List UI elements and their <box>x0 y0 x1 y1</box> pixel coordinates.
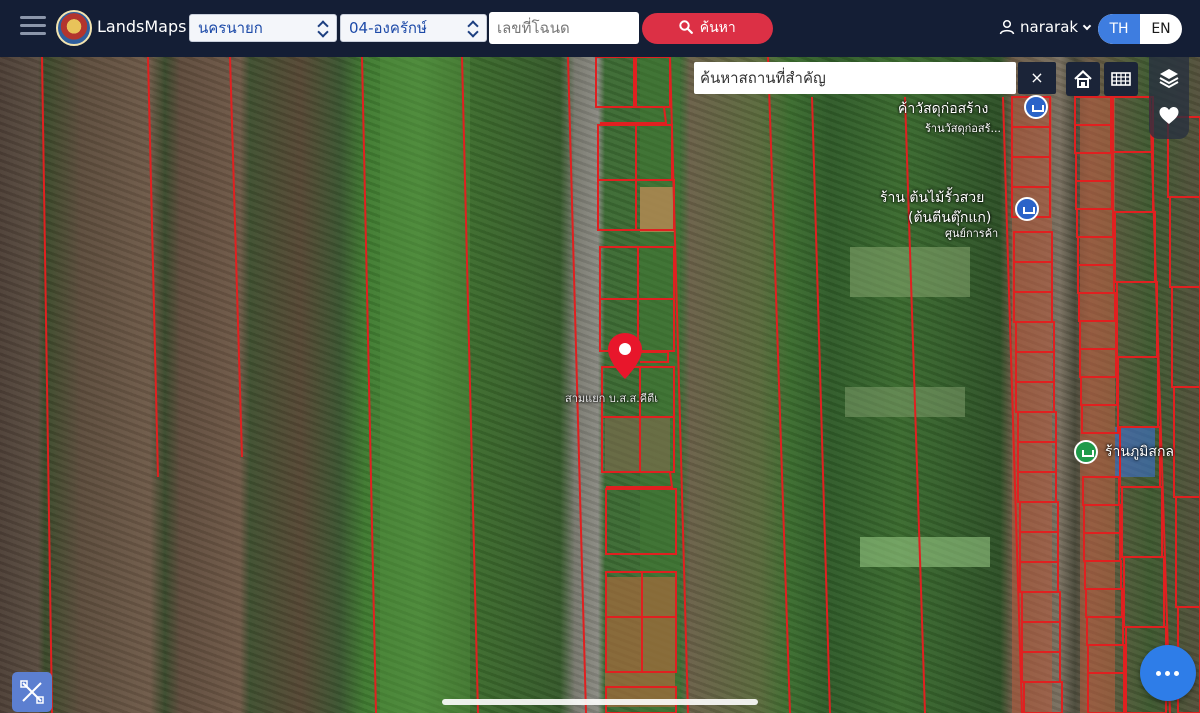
more-icon <box>1156 671 1161 676</box>
grid-icon <box>1111 72 1131 86</box>
place-label[interactable]: ร้านภูมิสกล <box>1105 441 1174 463</box>
lang-th-button[interactable]: TH <box>1098 14 1140 44</box>
home-button[interactable] <box>1066 62 1100 96</box>
poi-store-icon[interactable] <box>1015 197 1039 221</box>
user-menu[interactable]: nararak <box>999 18 1092 36</box>
language-toggle: TH EN <box>1098 14 1182 44</box>
chevron-updown-icon <box>318 18 328 38</box>
province-select-value: นครนายก <box>198 19 263 37</box>
satellite-map[interactable]: ค้าวัสดุก่อสร้าง ร้านวัสดุก่อสร้... ร้าน… <box>0 57 1200 713</box>
home-indicator-bar <box>442 699 758 705</box>
grid-button[interactable] <box>1104 62 1138 96</box>
place-label[interactable]: ค้าวัสดุก่อสร้าง <box>898 98 988 120</box>
user-icon <box>999 19 1015 35</box>
tools-icon <box>20 680 44 704</box>
place-label[interactable]: ร้านวัสดุก่อสร้... <box>925 119 1001 137</box>
hamburger-icon <box>20 16 46 19</box>
map-pin-icon[interactable] <box>607 332 643 380</box>
heart-icon[interactable] <box>1158 105 1180 127</box>
search-icon <box>679 20 694 34</box>
close-icon[interactable]: × <box>1018 62 1056 94</box>
district-select[interactable]: 04-องครักษ์ <box>340 14 487 42</box>
hamburger-menu-button[interactable] <box>20 16 46 40</box>
brand-name: LandsMaps <box>97 17 187 36</box>
place-label[interactable]: ศูนย์การค้า <box>945 224 998 242</box>
pin-location-label: สามแยก บ.ส.ส.คีตีเ <box>565 392 658 405</box>
lang-en-button[interactable]: EN <box>1140 14 1182 44</box>
place-search-input[interactable] <box>694 62 1016 94</box>
home-icon <box>1074 69 1092 88</box>
search-button-label: ค้นหา <box>699 20 736 36</box>
poi-store-icon[interactable] <box>1074 440 1098 464</box>
chevron-updown-icon <box>468 18 478 38</box>
measure-tools-button[interactable] <box>12 672 52 712</box>
top-bar: LandsMaps นครนายก 04-องครักษ์ ค้นหา nara… <box>0 0 1200 57</box>
landsmaps-logo <box>56 10 92 46</box>
deed-number-input[interactable] <box>489 12 639 44</box>
search-button[interactable]: ค้นหา <box>642 13 773 44</box>
layers-icon[interactable] <box>1158 67 1180 89</box>
place-label[interactable]: ร้าน ต้นไม้รั้วสวย <box>880 187 984 209</box>
district-select-value: 04-องครักษ์ <box>349 19 427 37</box>
more-options-button[interactable] <box>1140 645 1196 701</box>
parcel-boundaries <box>41 57 1200 713</box>
user-name: nararak <box>1020 18 1079 36</box>
chevron-down-icon <box>1082 21 1092 31</box>
poi-store-icon[interactable] <box>1024 95 1048 119</box>
province-select[interactable]: นครนายก <box>189 14 337 42</box>
map-side-panel <box>1149 57 1189 139</box>
